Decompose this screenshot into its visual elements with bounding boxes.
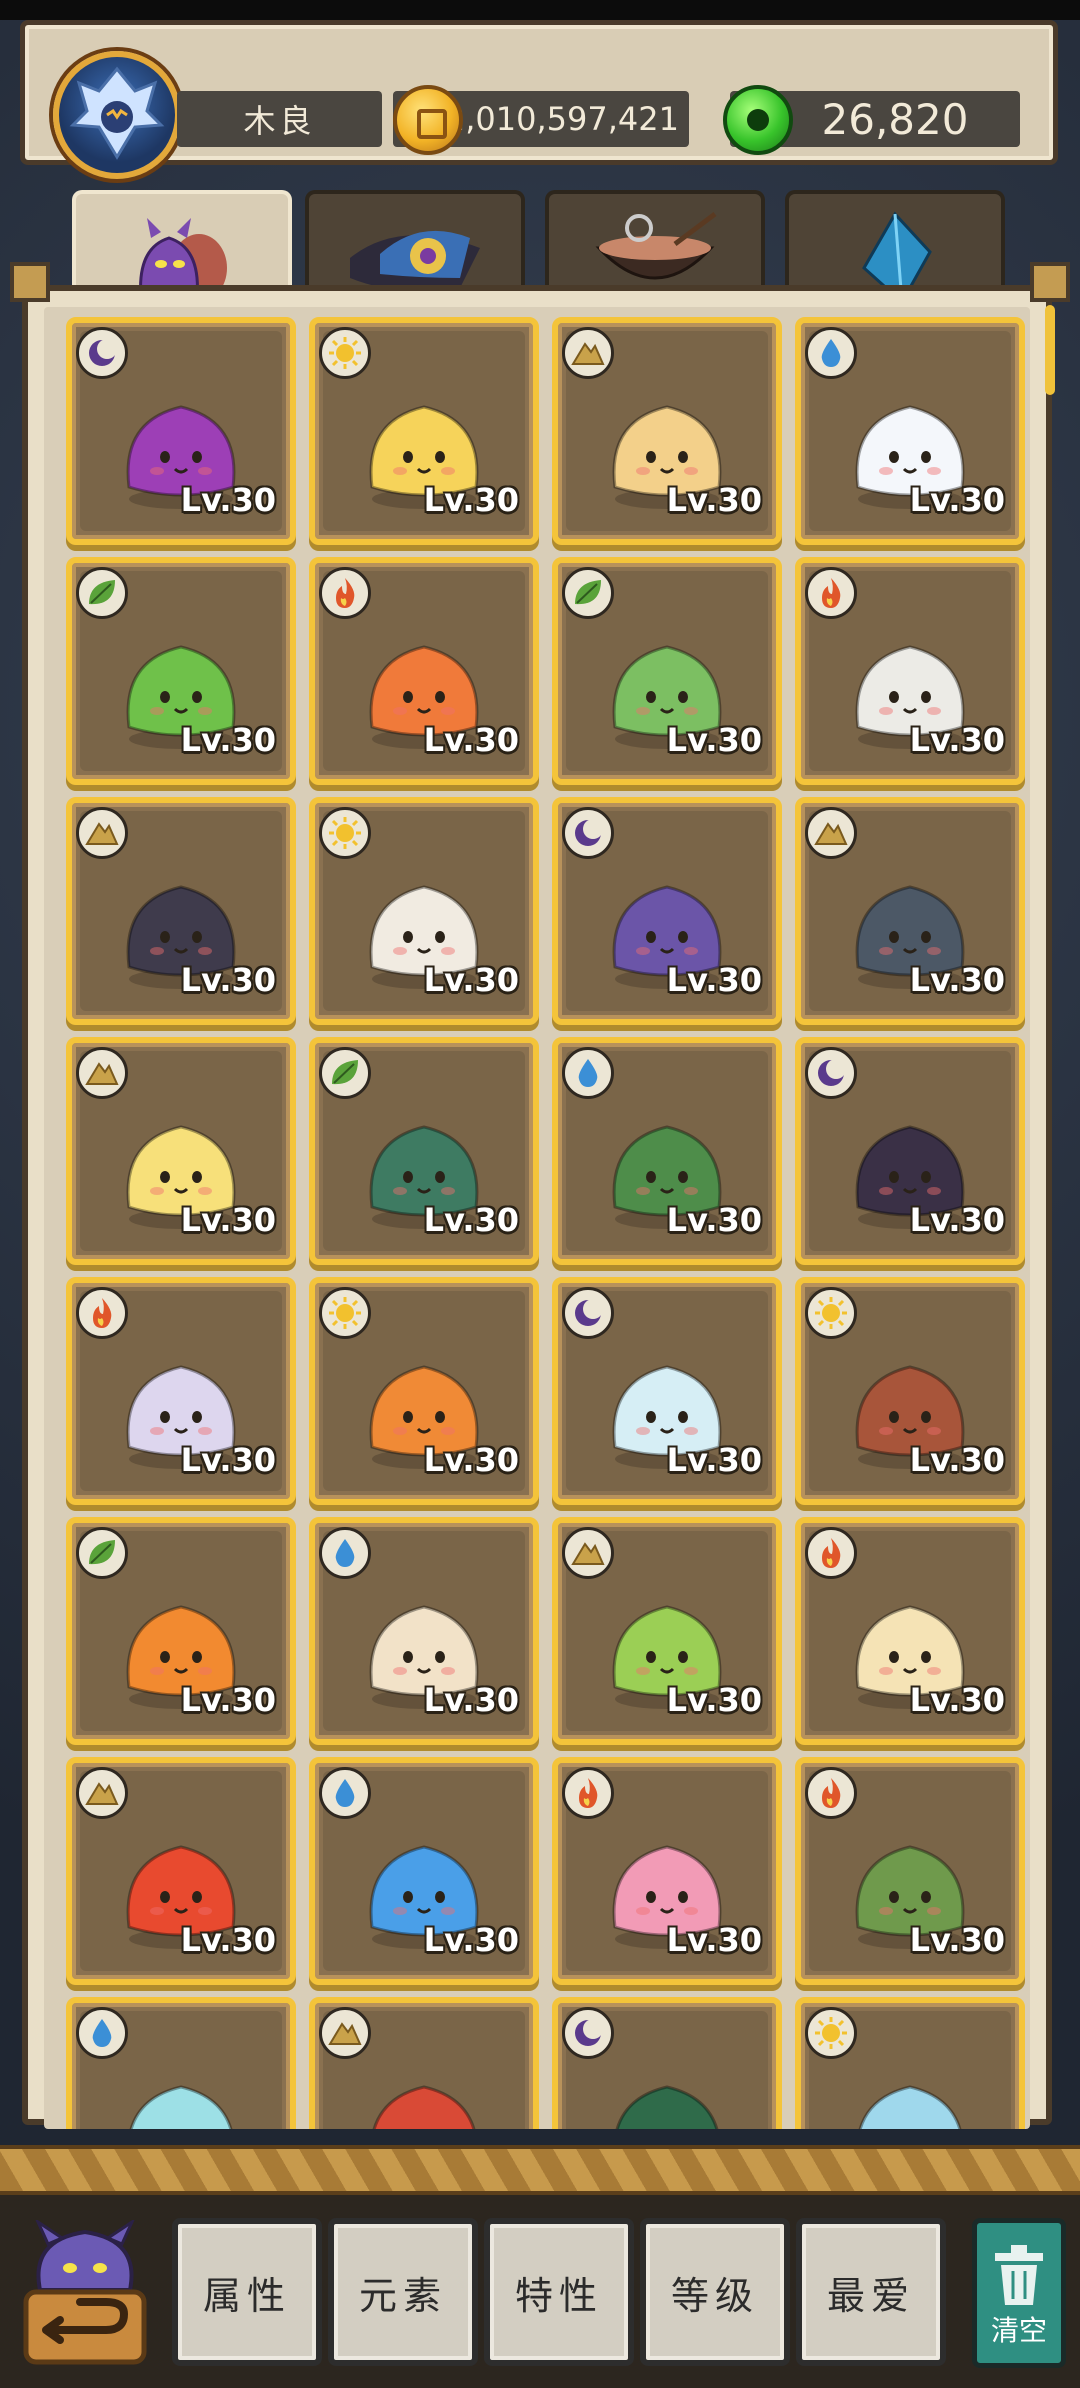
pet-level-label: Lv.30: [423, 1441, 519, 1479]
pet-card[interactable]: Lv.30: [66, 1517, 296, 1745]
pet-card[interactable]: Lv.30: [309, 317, 539, 545]
pet-level-label: Lv.30: [180, 1441, 276, 1479]
pet-level-label: Lv.30: [666, 961, 762, 999]
clear-button[interactable]: 清空: [972, 2218, 1066, 2368]
pet-card[interactable]: Lv.30: [309, 557, 539, 785]
pet-level-label: Lv.30: [909, 961, 1005, 999]
pet-card[interactable]: Lv.30: [552, 1517, 782, 1745]
wood-divider: [0, 2145, 1080, 2195]
player-header: 木良 2,010,597,421 26,820: [20, 20, 1058, 179]
pet-card[interactable]: Lv.30: [552, 1757, 782, 1985]
pet-level-label: Lv.30: [423, 1681, 519, 1719]
pet-level-label: Lv.30: [909, 481, 1005, 519]
pet-level-label: Lv.30: [909, 1201, 1005, 1239]
pet-level-label: Lv.30: [180, 721, 276, 759]
back-button[interactable]: [20, 2217, 150, 2370]
pet-level-label: Lv.30: [423, 481, 519, 519]
pet-card[interactable]: Lv.30: [552, 1277, 782, 1505]
pet-card[interactable]: Lv.30: [552, 797, 782, 1025]
filter-level-button[interactable]: 等级: [640, 2218, 790, 2366]
pet-level-label: Lv.30: [909, 1681, 1005, 1719]
pet-card[interactable]: Lv.30: [795, 317, 1025, 545]
pet-card[interactable]: Lv.30: [309, 1277, 539, 1505]
back-arrow-icon: [23, 2217, 147, 2365]
filter-element-button[interactable]: 元素: [328, 2218, 478, 2366]
pet-creature-icon: [858, 2085, 962, 2129]
pet-level-label: Lv.30: [666, 1201, 762, 1239]
player-name: 木良: [177, 91, 382, 147]
app-root: 木良 2,010,597,421 26,820 Lv.30 Lv.30 Lv.3…: [0, 0, 1080, 2388]
pet-creature-icon: [372, 2085, 476, 2129]
trash-icon: [995, 2245, 1043, 2305]
clear-label: 清空: [990, 2314, 1047, 2347]
pet-card[interactable]: Lv.30: [66, 317, 296, 545]
gold-coin-icon: [393, 85, 463, 155]
pet-card[interactable]: Lv.30: [66, 797, 296, 1025]
pet-level-label: Lv.30: [909, 721, 1005, 759]
pet-card[interactable]: Lv.30: [66, 1277, 296, 1505]
panel-corner-ornament: [1030, 262, 1070, 302]
pet-level-label: Lv.30: [666, 1441, 762, 1479]
filter-favorite-button[interactable]: 最爱: [796, 2218, 946, 2366]
panel-corner-ornament: [10, 262, 50, 302]
pet-card[interactable]: Lv.30: [795, 1037, 1025, 1265]
pet-card[interactable]: Lv.30: [66, 1037, 296, 1265]
pet-level-label: Lv.30: [180, 481, 276, 519]
pet-card[interactable]: Lv.30: [795, 1517, 1025, 1745]
filter-attribute-button[interactable]: 属性: [172, 2218, 322, 2366]
pet-level-label: Lv.30: [180, 1201, 276, 1239]
pet-level-label: Lv.30: [180, 1681, 276, 1719]
crest-icon: [69, 66, 165, 160]
filter-trait-button[interactable]: 特性: [484, 2218, 634, 2366]
pet-card[interactable]: Lv.30: [795, 1997, 1025, 2129]
pet-creature-icon: [615, 2085, 719, 2129]
jade-gem-icon: [723, 85, 793, 155]
pet-level-label: Lv.30: [423, 961, 519, 999]
pet-card[interactable]: Lv.30: [309, 1997, 539, 2129]
pet-card[interactable]: Lv.30: [552, 1037, 782, 1265]
pet-card[interactable]: Lv.30: [309, 1757, 539, 1985]
pet-level-label: Lv.30: [909, 1921, 1005, 1959]
pet-card[interactable]: Lv.30: [309, 1517, 539, 1745]
pet-level-label: Lv.30: [180, 961, 276, 999]
pet-card[interactable]: Lv.30: [795, 1277, 1025, 1505]
pet-card[interactable]: Lv.30: [552, 317, 782, 545]
pet-card[interactable]: Lv.30: [309, 1037, 539, 1265]
pet-card[interactable]: Lv.30: [66, 1997, 296, 2129]
scrollbar-thumb[interactable]: [1045, 305, 1055, 395]
pet-card[interactable]: Lv.30: [66, 557, 296, 785]
pet-card[interactable]: Lv.30: [795, 797, 1025, 1025]
pet-creature-icon: [129, 2085, 233, 2129]
pet-grid-viewport[interactable]: Lv.30 Lv.30 Lv.30 Lv.30 Lv.30 Lv.30 Lv.3…: [44, 307, 1030, 2129]
pet-card[interactable]: Lv.30: [552, 557, 782, 785]
pet-card[interactable]: Lv.30: [309, 797, 539, 1025]
pet-level-label: Lv.30: [423, 1201, 519, 1239]
pet-card[interactable]: Lv.30: [795, 557, 1025, 785]
pet-level-label: Lv.30: [666, 481, 762, 519]
pet-card[interactable]: Lv.30: [795, 1757, 1025, 1985]
pet-card[interactable]: Lv.30: [552, 1997, 782, 2129]
pet-level-label: Lv.30: [423, 1921, 519, 1959]
pet-level-label: Lv.30: [909, 1441, 1005, 1479]
pet-level-label: Lv.30: [423, 721, 519, 759]
status-bar: [0, 0, 1080, 20]
player-avatar[interactable]: [53, 51, 181, 179]
pet-level-label: Lv.30: [666, 1681, 762, 1719]
pet-card[interactable]: Lv.30: [66, 1757, 296, 1985]
pet-collection-panel: Lv.30 Lv.30 Lv.30 Lv.30 Lv.30 Lv.30 Lv.3…: [22, 285, 1052, 2129]
pet-level-label: Lv.30: [180, 1921, 276, 1959]
pet-level-label: Lv.30: [666, 1921, 762, 1959]
pet-level-label: Lv.30: [666, 721, 762, 759]
